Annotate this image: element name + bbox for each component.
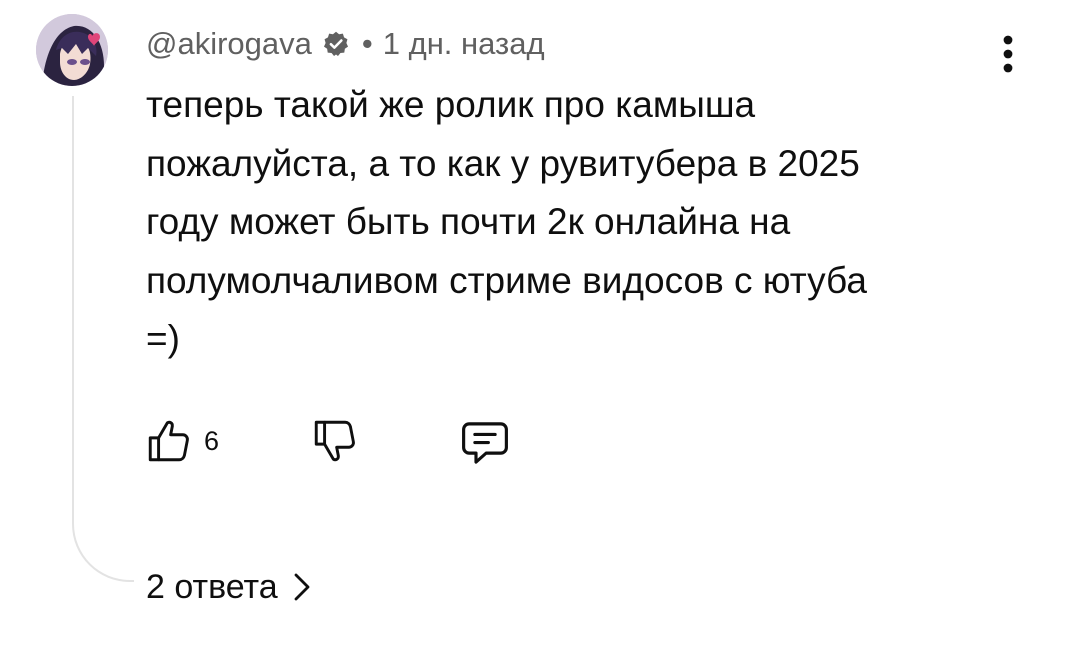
author-avatar[interactable] xyxy=(36,14,108,86)
author-handle[interactable]: @akirogava xyxy=(146,26,312,62)
dislike-button[interactable] xyxy=(310,416,360,471)
meta-separator: • xyxy=(361,26,373,61)
comment-text: теперь такой же ролик про камыша пожалуй… xyxy=(146,84,867,359)
more-vert-icon xyxy=(1003,35,1013,73)
avatar-image xyxy=(36,14,108,86)
like-button[interactable]: 6 xyxy=(144,416,219,466)
replies-link[interactable]: 2 ответа xyxy=(146,562,312,612)
comment-header: @akirogava • 1 дн. назад xyxy=(146,22,545,66)
reply-button[interactable] xyxy=(458,416,512,475)
verified-badge-icon xyxy=(322,30,350,58)
thumb-down-icon xyxy=(314,420,355,462)
comment-timestamp[interactable]: 1 дн. назад xyxy=(383,26,545,62)
chevron-right-icon xyxy=(294,573,310,601)
replies-label: 2 ответа xyxy=(146,567,278,606)
thumb-up-icon xyxy=(148,420,189,462)
reply-comment-icon xyxy=(462,422,508,464)
like-count: 6 xyxy=(204,425,220,456)
comment-menu-button[interactable] xyxy=(990,26,1026,82)
thread-connector-line xyxy=(72,96,134,582)
